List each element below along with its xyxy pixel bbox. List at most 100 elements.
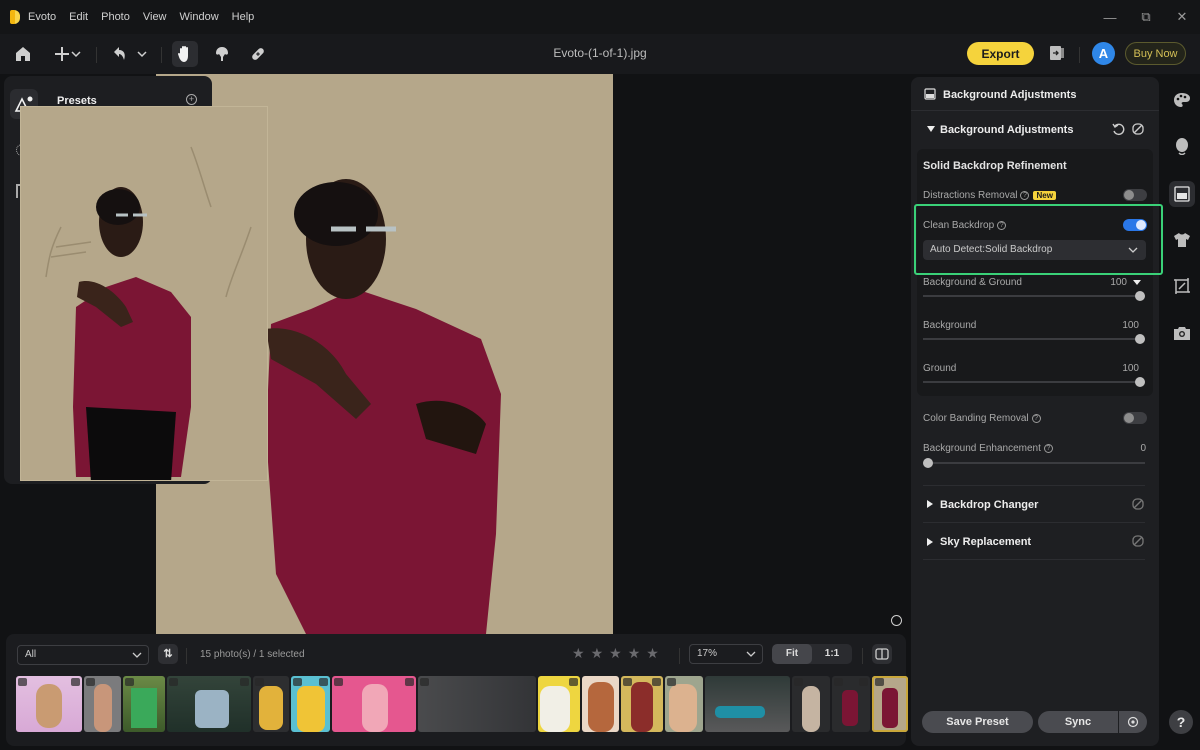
- export-badge-icon: [240, 678, 249, 686]
- filmstrip-panel: All ⇅ 15 photo(s) / 1 selected ★ ★ ★ ★ ★…: [6, 634, 908, 746]
- thumbnail[interactable]: [665, 676, 703, 732]
- export-badge-icon: [569, 678, 578, 686]
- clean-backdrop-highlight: [914, 204, 1163, 275]
- reset-icon[interactable]: [1111, 122, 1125, 136]
- export-badge-icon: [319, 678, 328, 686]
- thumbnail[interactable]: [84, 676, 121, 732]
- buy-now-button[interactable]: Buy Now: [1125, 42, 1186, 65]
- save-preset-button[interactable]: Save Preset: [922, 711, 1033, 733]
- expand-triangle-icon[interactable]: [1133, 280, 1141, 285]
- thumbnail[interactable]: [792, 676, 830, 732]
- thumbnail[interactable]: [832, 676, 870, 732]
- erase-brush-icon[interactable]: [1131, 122, 1145, 136]
- menu-evoto[interactable]: Evoto: [28, 11, 56, 23]
- divider: [923, 559, 1145, 560]
- minimize-icon[interactable]: —: [1092, 10, 1128, 25]
- ground-slider[interactable]: [923, 377, 1145, 387]
- zoom-value: 17%: [697, 648, 718, 659]
- background-icon[interactable]: [1169, 181, 1195, 207]
- side-panel-export-icon[interactable]: [1048, 44, 1066, 62]
- one-to-one-button[interactable]: 1:1: [812, 644, 852, 664]
- ground-value: 100: [1122, 363, 1139, 374]
- help-icon[interactable]: ?: [1043, 443, 1053, 453]
- backdrop-changer-section[interactable]: Backdrop Changer: [940, 499, 1038, 511]
- bg-ground-label: Background & Ground: [923, 277, 1022, 288]
- thumbnail[interactable]: [418, 676, 536, 732]
- fit-button[interactable]: Fit: [772, 644, 812, 664]
- background-icon: [924, 88, 936, 100]
- bg-enhancement-slider[interactable]: [923, 458, 1145, 468]
- filmstrip-divider: [679, 648, 680, 664]
- zoom-dropdown[interactable]: 17%: [689, 644, 763, 664]
- thumbnail[interactable]: [621, 676, 663, 732]
- star-icon[interactable]: ★: [591, 646, 604, 660]
- slider-knob[interactable]: [923, 458, 933, 468]
- thumbnail[interactable]: [332, 676, 416, 732]
- collapse-triangle-icon[interactable]: [927, 126, 935, 132]
- menu-window[interactable]: Window: [180, 11, 219, 23]
- menu-help[interactable]: Help: [232, 11, 255, 23]
- clothing-icon[interactable]: [1169, 227, 1195, 253]
- star-icon[interactable]: ★: [609, 646, 622, 660]
- star-rating[interactable]: ★ ★ ★ ★ ★: [572, 646, 659, 660]
- thumbnail[interactable]: [253, 676, 289, 732]
- erase-brush-icon[interactable]: [1131, 534, 1145, 548]
- menu-edit[interactable]: Edit: [69, 11, 88, 23]
- expand-triangle-icon[interactable]: [927, 538, 933, 546]
- edit-badge-icon: [18, 678, 27, 686]
- evoto-logo-icon: [10, 10, 20, 24]
- photo-count: 15 photo(s) / 1 selected: [200, 649, 305, 660]
- title-bar: Evoto Edit Photo View Window Help — ⧉ ✕: [0, 0, 1200, 34]
- face-icon[interactable]: [1169, 133, 1195, 159]
- star-icon[interactable]: ★: [628, 646, 641, 660]
- star-icon[interactable]: ★: [572, 646, 585, 660]
- crop-icon[interactable]: [1169, 273, 1195, 299]
- slider-knob[interactable]: [1135, 334, 1145, 344]
- restore-icon[interactable]: ⧉: [1128, 9, 1164, 25]
- expand-triangle-icon[interactable]: [927, 500, 933, 508]
- thumbnail[interactable]: [705, 676, 790, 732]
- export-button[interactable]: Export: [967, 42, 1034, 65]
- help-button[interactable]: ?: [1169, 710, 1193, 734]
- color-banding-toggle[interactable]: [1123, 412, 1147, 424]
- original-photo-preview: [20, 106, 268, 481]
- thumbnail[interactable]: [582, 676, 619, 732]
- menu-view[interactable]: View: [143, 11, 167, 23]
- thumbnail[interactable]: [538, 676, 580, 732]
- distractions-removal-label: Distractions Removal? New: [923, 190, 1056, 201]
- info-icon[interactable]: [891, 615, 902, 626]
- sky-replacement-section[interactable]: Sky Replacement: [940, 536, 1031, 548]
- star-icon[interactable]: ★: [646, 646, 659, 660]
- palette-icon[interactable]: [1169, 87, 1195, 113]
- sort-button[interactable]: ⇅: [158, 644, 178, 664]
- help-icon[interactable]: ?: [1020, 190, 1030, 200]
- thumbnail[interactable]: [16, 676, 82, 732]
- thumbnail-strip: [16, 676, 908, 732]
- filter-dropdown[interactable]: All: [17, 645, 149, 665]
- plus-circle-icon[interactable]: +: [186, 94, 197, 105]
- edit-badge-icon: [875, 678, 884, 686]
- close-icon[interactable]: ✕: [1164, 9, 1200, 25]
- thumbnail[interactable]: [123, 676, 165, 732]
- section-title[interactable]: Background Adjustments: [940, 124, 1073, 136]
- export-badge-icon: [859, 678, 868, 686]
- erase-brush-icon[interactable]: [1131, 497, 1145, 511]
- canvas-area[interactable]: Presets +: [0, 74, 910, 634]
- sync-settings-icon[interactable]: [1119, 711, 1147, 733]
- thumbnail[interactable]: [167, 676, 251, 732]
- background-slider[interactable]: [923, 334, 1145, 344]
- user-avatar[interactable]: A: [1092, 42, 1115, 65]
- thumbnail-selected[interactable]: [872, 676, 908, 732]
- sync-button[interactable]: Sync: [1038, 711, 1118, 733]
- camera-icon[interactable]: [1169, 320, 1195, 346]
- menu-photo[interactable]: Photo: [101, 11, 130, 23]
- help-icon[interactable]: ?: [1031, 413, 1041, 423]
- slider-knob[interactable]: [1135, 377, 1145, 387]
- compare-view-icon[interactable]: [872, 644, 892, 664]
- subsection-title: Solid Backdrop Refinement: [923, 160, 1067, 172]
- thumbnail[interactable]: [291, 676, 330, 732]
- distractions-removal-toggle[interactable]: [1123, 189, 1147, 201]
- background-value: 100: [1122, 320, 1139, 331]
- bg-ground-slider[interactable]: [923, 291, 1145, 301]
- slider-knob[interactable]: [1135, 291, 1145, 301]
